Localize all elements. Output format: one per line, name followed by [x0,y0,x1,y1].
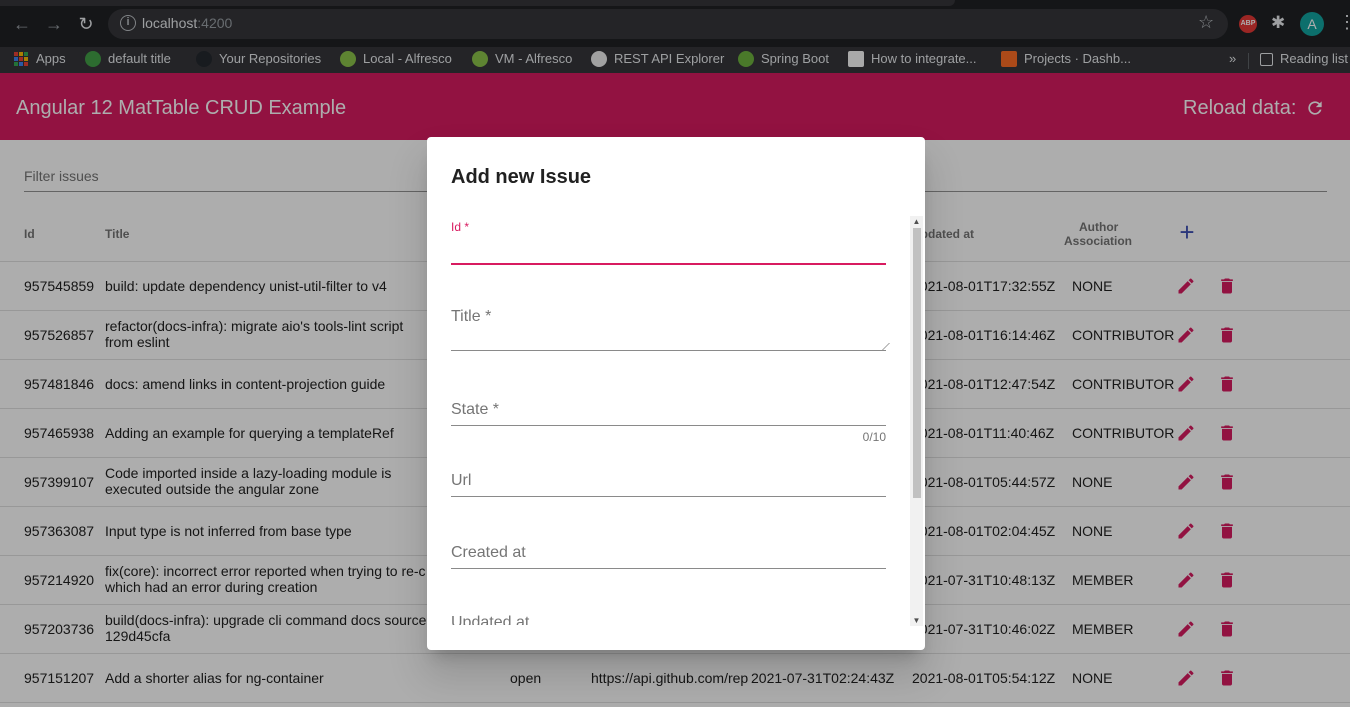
title-field[interactable]: Title * [451,305,890,355]
dialog-scrollbar[interactable]: ▲ ▼ [910,216,923,626]
url-field-label: Url [451,472,472,489]
id-field-underline [451,263,886,265]
title-field-underline [451,350,886,351]
add-issue-dialog: Add new Issue Id * Title * State * 0/10 … [427,137,925,650]
title-field-label: Title * [451,308,492,325]
state-field[interactable]: State * 0/10 [451,398,886,448]
created-at-field-underline [451,568,886,569]
updated-at-field[interactable]: Updated at [451,611,886,625]
state-field-underline [451,425,886,426]
dialog-title: Add new Issue [451,166,592,188]
dialog-form: Id * Title * State * 0/10 Url Created at… [427,215,925,625]
id-field[interactable]: Id * [451,215,886,265]
id-field-label: Id * [451,220,470,234]
scroll-up-arrow-icon[interactable]: ▲ [912,217,921,226]
scroll-down-arrow-icon[interactable]: ▼ [912,616,921,625]
state-char-counter: 0/10 [862,430,886,444]
created-at-field[interactable]: Created at [451,541,886,576]
updated-at-field-label: Updated at [451,614,530,625]
created-at-field-label: Created at [451,544,526,561]
url-field-underline [451,496,886,497]
state-field-label: State * [451,401,500,418]
url-field[interactable]: Url [451,469,886,504]
scrollbar-thumb[interactable] [913,228,921,498]
